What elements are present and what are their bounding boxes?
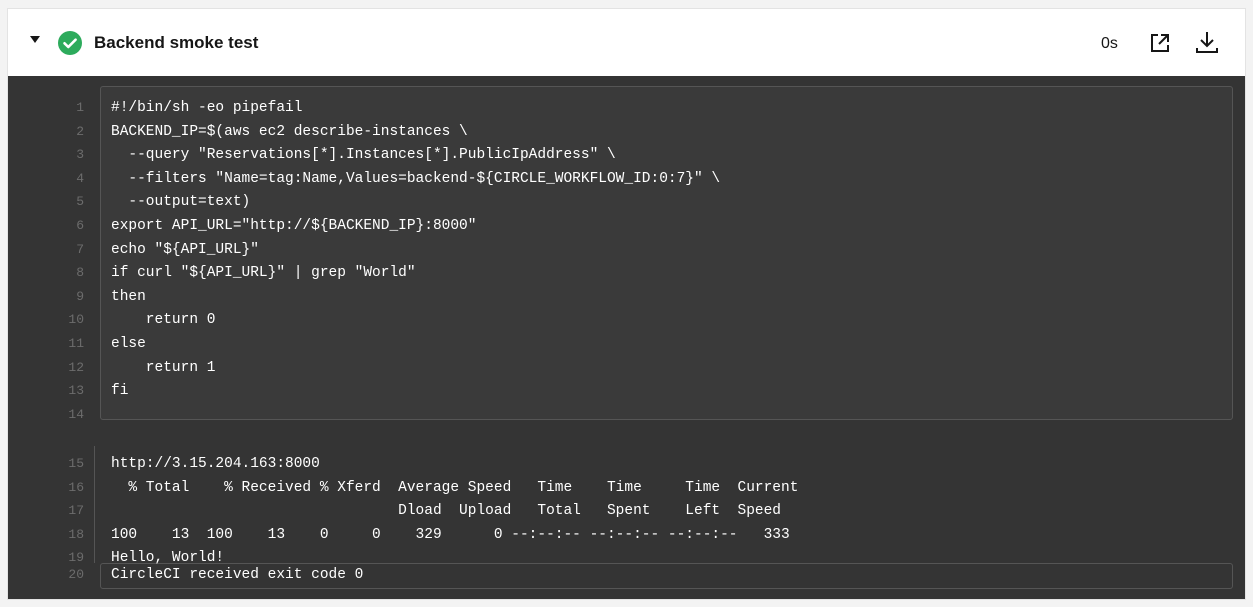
line-number: 9	[76, 288, 84, 304]
step-duration: 0s	[1101, 35, 1118, 52]
terminal-line: 20 CircleCI received exit code 0	[8, 563, 1245, 587]
line-number: 15	[68, 456, 84, 471]
terminal-line: 14	[8, 403, 1245, 427]
line-text: 100 13 100 13 0 0 329 0 --:--:-- --:--:-…	[111, 526, 790, 543]
line-number: 2	[76, 123, 84, 139]
line-text: --output=text)	[111, 194, 251, 211]
step-title: Backend smoke test	[94, 33, 259, 52]
terminal-line: 15 http://3.15.204.163:8000	[8, 452, 1245, 476]
line-number: 10	[68, 312, 84, 328]
line-number: 11	[68, 336, 84, 351]
line-number: 4	[76, 170, 84, 186]
line-number: 3	[76, 147, 84, 163]
line-text: echo "${API_URL}"	[111, 241, 259, 258]
terminal-line: 2 BACKEND_IP=$(aws ec2 describe-instances…	[8, 120, 1245, 144]
line-number: 16	[68, 479, 84, 495]
line-number: 14	[68, 406, 84, 422]
line-number: 8	[76, 265, 84, 281]
terminal-line: 6 export API_URL="http://${BACKEND_IP}:80…	[8, 214, 1245, 238]
line-number: 12	[68, 359, 84, 375]
line-text: fi	[111, 383, 129, 400]
download-icon[interactable]	[1194, 29, 1220, 55]
line-number: 17	[68, 503, 84, 519]
line-number: 13	[68, 383, 84, 399]
terminal-line: 1 #!/bin/sh -eo pipefail	[8, 96, 1245, 120]
terminal-line: 12 return 1	[8, 356, 1245, 380]
line-text: return 0	[111, 312, 216, 329]
terminal-line: 9 then	[8, 285, 1245, 309]
line-text: --filters "Name=tag:Name,Values=backend-…	[111, 170, 721, 187]
chevron-down-icon[interactable]	[30, 36, 40, 43]
line-number: 20	[68, 567, 84, 582]
terminal-line: 7 echo "${API_URL}"	[8, 238, 1245, 262]
step-header[interactable]: Backend smoke test 0s	[8, 9, 1245, 76]
line-number: 5	[76, 194, 84, 210]
success-check-icon	[58, 31, 82, 55]
step-card: Backend smoke test 0s 1 #!/bin/sh -eo pip…	[8, 9, 1245, 599]
line-text: return 1	[111, 359, 216, 376]
terminal-line: 11 else	[8, 332, 1245, 356]
line-number: 18	[68, 526, 84, 542]
line-text: if curl "${API_URL}" | grep "World"	[111, 265, 416, 282]
line-text: export API_URL="http://${BACKEND_IP}:800…	[111, 218, 477, 234]
terminal-line: 10 return 0	[8, 308, 1245, 332]
line-text: http://3.15.204.163:8000	[111, 456, 320, 472]
terminal-line: 17 Dload Upload Total Spent Left Speed	[8, 499, 1245, 523]
line-text: else	[111, 336, 146, 352]
line-text: CircleCI received exit code 0	[111, 567, 364, 583]
line-text: --query "Reservations[*].Instances[*].Pu…	[111, 147, 616, 164]
terminal-line: 3 --query "Reservations[*].Instances[*].…	[8, 143, 1245, 167]
line-number: 7	[76, 241, 84, 257]
terminal-line: 16 % Total % Received % Xferd Average Sp…	[8, 476, 1245, 500]
terminal-line: 4 --filters "Name=tag:Name,Values=backen…	[8, 167, 1245, 191]
line-text: % Total % Received % Xferd Average Speed…	[111, 479, 799, 496]
line-number: 6	[76, 218, 84, 233]
external-link-icon[interactable]	[1148, 31, 1172, 55]
line-number: 1	[76, 100, 84, 115]
line-text: BACKEND_IP=$(aws ec2 describe-instances …	[111, 123, 468, 140]
line-text: #!/bin/sh -eo pipefail	[111, 100, 303, 116]
line-text: then	[111, 288, 146, 305]
line-text: Dload Upload Total Spent Left Speed	[111, 503, 782, 520]
terminal-line: 5 --output=text)	[8, 190, 1245, 214]
terminal-line: 18 100 13 100 13 0 0 329 0 --:--:-- --:--…	[8, 523, 1245, 547]
terminal-output: 1 #!/bin/sh -eo pipefail 2 BACKEND_IP=$(aws…	[8, 76, 1245, 599]
terminal-line: 13 fi	[8, 379, 1245, 403]
terminal-line: 8 if curl "${API_URL}" | grep "World"	[8, 261, 1245, 285]
